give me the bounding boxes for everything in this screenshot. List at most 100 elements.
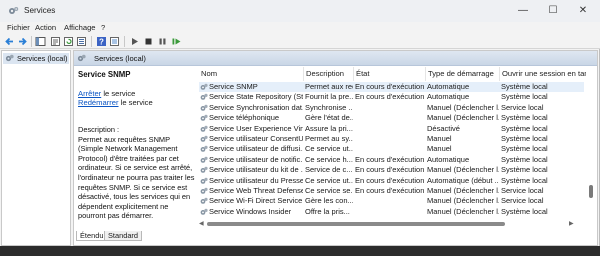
restart-service-action: Redémarrer le service — [78, 98, 153, 107]
row-description: Offre la pris... — [305, 206, 350, 216]
menu-affichage[interactable]: Affichage — [64, 23, 96, 32]
service-gear-icon — [200, 114, 208, 121]
maximize-button[interactable]: ☐ — [538, 0, 568, 22]
row-state: En cours d'exécution — [355, 165, 425, 175]
pane-header-label: Services (local) — [94, 54, 146, 63]
service-row[interactable]: Service User Experience Virtu...Assure l… — [199, 124, 584, 134]
services-list: Nom Description État Type de démarrage O… — [199, 67, 597, 235]
horizontal-scroll-thumb[interactable] — [207, 222, 505, 226]
scroll-left-icon[interactable]: ◀ — [199, 220, 204, 227]
start-service-icon[interactable] — [129, 36, 140, 47]
row-name: Service téléphonique — [209, 113, 280, 123]
service-row[interactable]: Service Synchronisation dat... Synchronis… — [199, 103, 584, 113]
help-icon[interactable]: ? — [96, 36, 107, 47]
row-description: Assure la pri... — [305, 123, 353, 133]
service-row[interactable]: Service State Repository (Sta...Fournit … — [199, 92, 584, 102]
column-header-description[interactable]: Description — [304, 67, 354, 81]
row-description: Permet aux req... — [305, 82, 353, 91]
mmc-view-icon[interactable] — [109, 36, 120, 47]
row-name: Service Synchronisation dat... — [209, 102, 303, 112]
tab-etendu[interactable]: Étendu — [76, 231, 108, 241]
close-button[interactable]: ✕ — [568, 0, 598, 22]
stop-service-suffix: le service — [101, 89, 136, 98]
vertical-scroll-thumb[interactable] — [589, 185, 593, 198]
row-startup-type: Automatique — [427, 154, 470, 164]
restart-service-suffix: le service — [118, 98, 153, 107]
row-description: Ce service ut... — [305, 144, 353, 154]
service-row[interactable]: Service utilisateur de notific... Ce serv… — [199, 155, 584, 165]
service-gear-icon — [200, 135, 208, 142]
service-gear-icon — [200, 146, 208, 153]
service-row[interactable]: Service Wi-Fi Direct Service ... Gère les… — [199, 196, 584, 206]
scroll-right-icon[interactable]: ▶ — [569, 220, 574, 227]
row-description: Gère les con... — [305, 196, 353, 206]
back-arrow-icon[interactable] — [4, 36, 15, 47]
service-description: Description : Permet aux requêtes SNMP (… — [78, 125, 195, 221]
row-state — [355, 113, 425, 123]
minimize-button[interactable]: — — [508, 0, 538, 22]
column-header-name[interactable]: Nom — [199, 67, 304, 81]
row-state — [355, 144, 425, 154]
horizontal-scrollbar[interactable]: ◀ ▶ — [199, 219, 586, 229]
row-startup-type: Automatique (début ... — [427, 175, 499, 185]
vertical-scrollbar[interactable] — [586, 68, 596, 235]
menu-action[interactable]: Action — [35, 23, 56, 32]
service-row[interactable]: Service téléphonique Gère l'état de... Man… — [199, 113, 584, 123]
selected-service-name: Service SNMP — [78, 70, 131, 79]
row-name: Service utilisateur de diffusi... — [209, 144, 303, 154]
row-name: Service utilisateur ConsentU... — [209, 134, 303, 143]
pause-service-icon[interactable] — [157, 36, 168, 47]
tree-node-services-local[interactable]: Services (local) — [3, 53, 69, 64]
tab-standard[interactable]: Standard — [104, 231, 142, 241]
row-state — [355, 207, 425, 217]
services-pane: Services (local) Service SNMP Arrêter le… — [73, 50, 598, 246]
row-state: En cours d'exécution — [355, 154, 425, 164]
service-row[interactable]: Service Windows Insider Offre la pris... M… — [199, 207, 584, 217]
service-row[interactable]: Service Web Threat Defense Ce service se.… — [199, 186, 584, 196]
stop-service-link[interactable]: Arrêter — [78, 89, 101, 98]
row-name: Service Web Threat Defense — [209, 186, 303, 195]
row-description: Ce service h... — [305, 154, 353, 164]
refresh-icon[interactable] — [63, 36, 74, 47]
restart-service-icon[interactable] — [171, 36, 182, 47]
stop-service-icon[interactable] — [143, 36, 154, 47]
pane-header: Services (local) — [74, 51, 597, 66]
row-description: Synchronise ... — [305, 102, 353, 112]
service-gear-icon — [200, 166, 208, 173]
console-tree-icon[interactable] — [35, 36, 46, 47]
properties-icon[interactable] — [50, 36, 61, 47]
column-header-startup-type[interactable]: Type de démarrage — [426, 67, 500, 81]
export-list-icon[interactable] — [76, 36, 87, 47]
row-state — [355, 134, 425, 144]
row-logon: Système local — [501, 154, 548, 164]
service-gear-icon — [200, 187, 208, 194]
row-startup-type: Manuel (Déclencher l... — [427, 165, 499, 175]
forward-arrow-icon[interactable] — [17, 36, 28, 47]
service-row[interactable]: Service utilisateur de diffusi... Ce serv… — [199, 144, 584, 154]
row-name: Service User Experience Virtu... — [209, 123, 303, 133]
row-name: Service SNMP — [209, 82, 258, 91]
restart-service-link[interactable]: Redémarrer — [78, 98, 119, 107]
menu-help[interactable]: ? — [101, 23, 105, 32]
row-name: Service utilisateur de notific... — [209, 154, 303, 164]
row-description: Service de c... — [305, 165, 353, 175]
service-row[interactable]: Service SNMP Permet aux req...En cours d'… — [199, 82, 584, 93]
row-logon: Système local — [501, 206, 548, 216]
row-startup-type: Désactivé — [427, 123, 460, 133]
row-state: En cours d'exécution — [355, 175, 425, 185]
service-row[interactable]: Service utilisateur ConsentU... Permet au… — [199, 134, 584, 144]
service-gear-icon — [200, 94, 208, 101]
service-row[interactable]: Service utilisateur du kit de ... Service… — [199, 165, 584, 175]
window-title: Services — [24, 6, 56, 15]
row-logon: Système local — [501, 134, 548, 143]
row-name: Service utilisateur du kit de ... — [209, 165, 303, 175]
column-header-state[interactable]: État — [354, 67, 426, 81]
service-gear-icon — [200, 104, 208, 111]
row-startup-type: Manuel — [427, 134, 452, 143]
row-startup-type: Manuel (Déclencher l... — [427, 113, 499, 123]
service-gear-icon — [200, 125, 208, 132]
service-row[interactable]: Service utilisateur du Presse-... Ce serv… — [199, 176, 584, 186]
console-tree: Services (local) — [1, 50, 71, 246]
column-header-logon[interactable]: Ouvrir une session en tant que — [500, 67, 586, 81]
menu-fichier[interactable]: Fichier — [7, 23, 30, 32]
